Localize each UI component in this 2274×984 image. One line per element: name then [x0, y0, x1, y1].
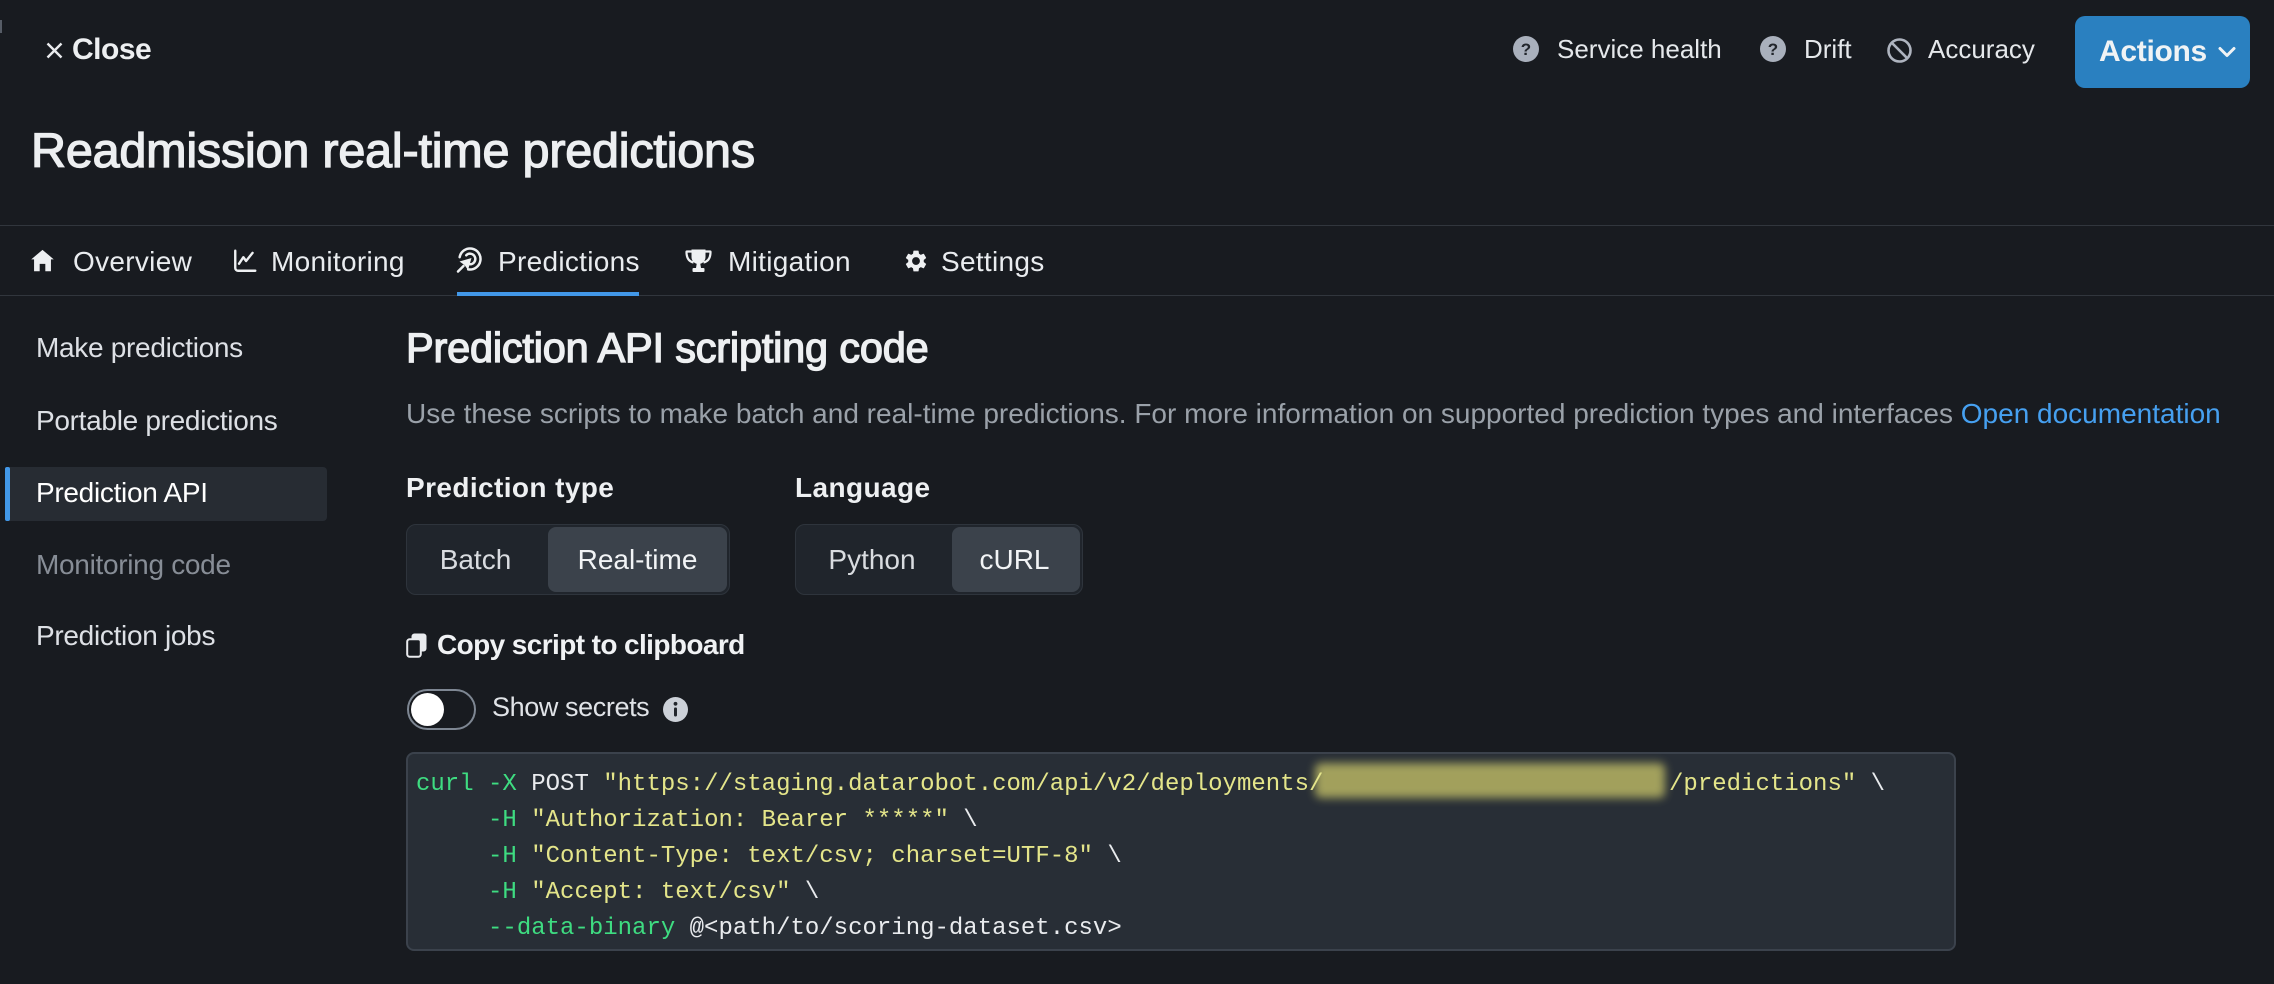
svg-text:?: ? — [1768, 40, 1778, 59]
svg-text:?: ? — [1521, 40, 1531, 59]
